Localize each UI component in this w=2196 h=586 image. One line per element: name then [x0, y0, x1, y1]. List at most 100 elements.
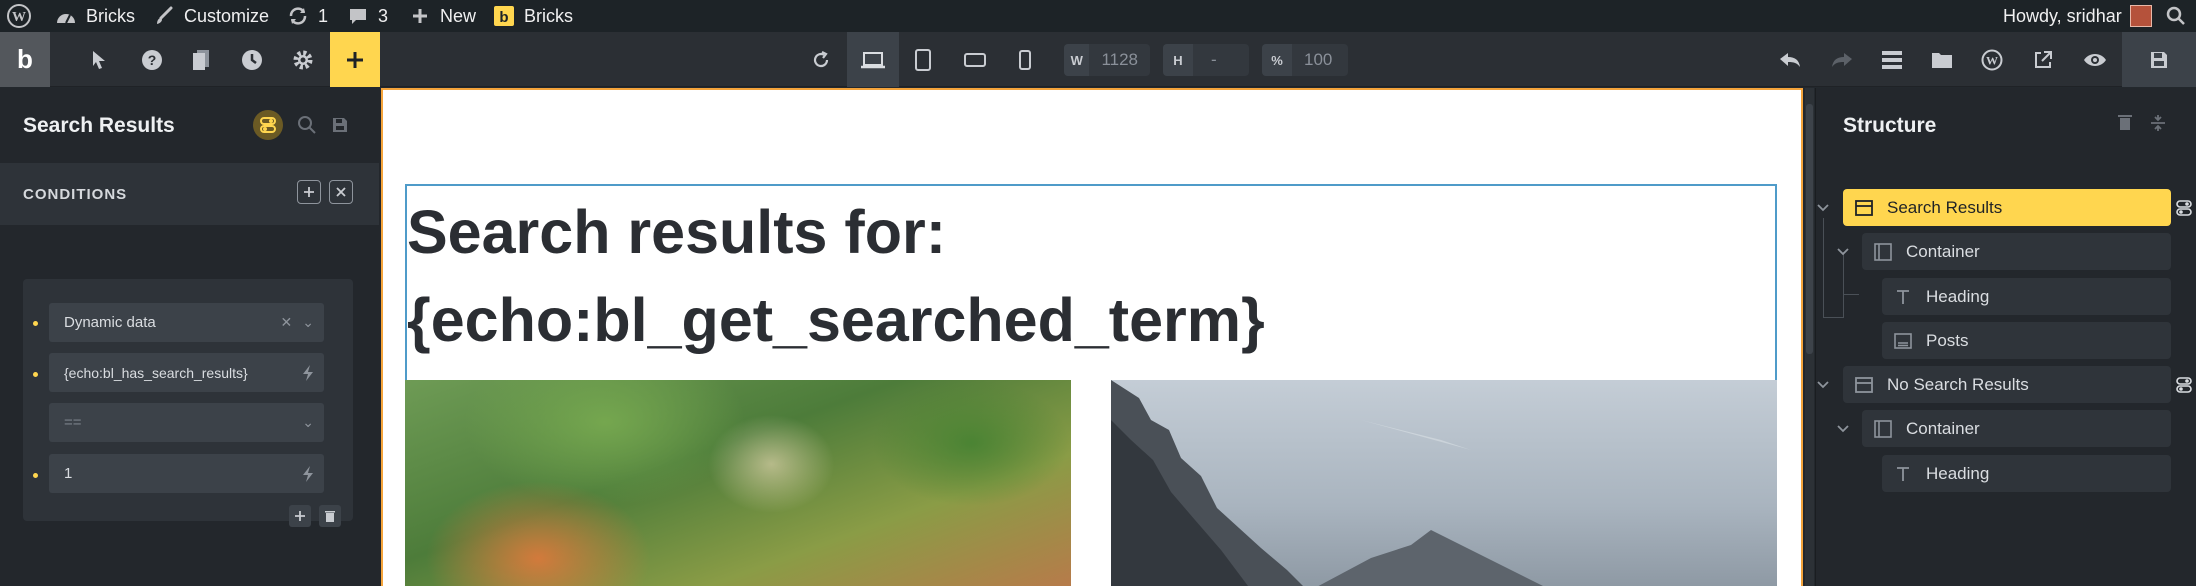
bricks-link[interactable]: b Bricks	[492, 0, 573, 32]
dashboard-icon	[54, 4, 78, 28]
condition-indicator-icon[interactable]	[2176, 200, 2194, 216]
help-icon[interactable]: ?	[137, 32, 167, 87]
structure-item-container[interactable]: Container	[1862, 233, 2171, 270]
preview-eye-icon[interactable]	[2080, 32, 2110, 87]
add-condition-row-button[interactable]	[289, 505, 311, 527]
wordpress-icon[interactable]: W	[1977, 32, 2007, 87]
lightning-icon[interactable]	[302, 465, 314, 483]
mobile-portrait-icon[interactable]	[1010, 32, 1040, 87]
section-icon	[1853, 374, 1875, 396]
scale-field[interactable]: % 100	[1262, 44, 1348, 76]
site-name-link[interactable]: Bricks	[54, 0, 135, 32]
structure-item-posts[interactable]: Posts	[1882, 322, 2171, 359]
new-content-link[interactable]: New	[408, 0, 476, 32]
tree-guide	[1823, 317, 1844, 318]
history-icon[interactable]	[237, 32, 267, 87]
tree-guide	[1823, 218, 1824, 318]
pages-icon[interactable]	[186, 32, 216, 87]
chevron-down-icon[interactable]	[1816, 201, 1830, 215]
scale-label: %	[1262, 44, 1292, 76]
svg-text:W: W	[12, 10, 26, 25]
plus-icon	[347, 51, 363, 68]
bricks-logo-icon: b	[492, 4, 516, 28]
clear-conditions-button[interactable]	[329, 180, 353, 204]
condition-value-input[interactable]: 1	[49, 454, 324, 493]
lightning-icon[interactable]	[302, 364, 314, 382]
height-field[interactable]: H -	[1163, 44, 1249, 76]
search-icon[interactable]	[2166, 0, 2186, 32]
plus-icon	[295, 511, 305, 521]
save-button[interactable]	[2122, 32, 2196, 87]
canvas-scroll-thumb[interactable]	[1806, 104, 1813, 354]
brush-icon	[152, 4, 176, 28]
new-label: New	[440, 5, 477, 26]
structure-item-search-results[interactable]: Search Results	[1843, 189, 2171, 226]
add-condition-button[interactable]	[297, 180, 321, 204]
undo-icon[interactable]	[1775, 32, 1805, 87]
canvas-area: Search results for: {echo:bl_get_searche…	[379, 88, 1814, 586]
container-icon	[1872, 418, 1894, 440]
chevron-down-icon[interactable]	[1836, 422, 1850, 436]
plus-icon	[304, 187, 314, 197]
reload-icon[interactable]	[806, 32, 836, 87]
clear-icon[interactable]: ✕	[281, 314, 293, 331]
wordpress-logo-icon[interactable]: W	[6, 0, 32, 32]
width-field[interactable]: W 1128	[1064, 44, 1150, 76]
howdy-label: Howdy, sridhar	[2003, 5, 2122, 26]
structure-item-heading[interactable]: Heading	[1882, 455, 2171, 492]
comments-link[interactable]: 3	[346, 0, 388, 32]
condition-dynamic-tag-input[interactable]: {echo:bl_has_search_results}	[49, 353, 324, 392]
posts-icon	[1892, 330, 1914, 352]
structure-item-heading[interactable]: Heading	[1882, 278, 2171, 315]
conditions-toggle-icon[interactable]	[253, 110, 283, 140]
panel-header: Search Results	[0, 88, 379, 163]
folder-icon[interactable]	[1927, 32, 1957, 87]
heading-icon	[1892, 286, 1914, 308]
trash-icon	[325, 511, 335, 522]
delete-condition-button[interactable]	[319, 505, 341, 527]
structure-item-container[interactable]: Container	[1862, 410, 2171, 447]
search-heading[interactable]: Search results for: {echo:bl_get_searche…	[405, 184, 1777, 380]
account-menu[interactable]: Howdy, sridhar	[2003, 0, 2152, 32]
comment-icon	[346, 4, 370, 28]
mobile-landscape-icon[interactable]	[960, 32, 990, 87]
scale-value: 100	[1304, 50, 1333, 69]
external-link-icon[interactable]	[2028, 32, 2058, 87]
panel-title: Search Results	[23, 113, 175, 137]
post-image-mountains[interactable]	[1111, 380, 1777, 586]
preview-canvas[interactable]: Search results for: {echo:bl_get_searche…	[381, 88, 1803, 586]
structure-item-no-search-results[interactable]: No Search Results	[1843, 366, 2171, 403]
desktop-breakpoint-button[interactable]	[847, 32, 899, 87]
cursor-icon[interactable]	[84, 32, 114, 87]
redo-icon[interactable]	[1827, 32, 1857, 87]
search-icon[interactable]	[297, 115, 317, 135]
conditions-header: CONDITIONS	[0, 163, 379, 225]
condition-tag-value: {echo:bl_has_search_results}	[64, 364, 248, 381]
save-icon[interactable]	[331, 116, 349, 134]
trash-icon[interactable]	[2118, 114, 2132, 132]
posts-gap	[1071, 380, 1111, 586]
condition-operator-select[interactable]: == ⌄	[49, 403, 324, 442]
condition-source-select[interactable]: Dynamic data ✕ ⌄	[49, 303, 324, 342]
width-value: 1128	[1101, 50, 1138, 69]
chevron-down-icon[interactable]	[1836, 245, 1850, 259]
bricks-label: Bricks	[524, 5, 573, 26]
collapse-icon[interactable]	[2150, 114, 2166, 132]
customize-link[interactable]: Customize	[152, 0, 269, 32]
layers-icon[interactable]	[1877, 32, 1907, 87]
add-element-button[interactable]	[330, 32, 380, 87]
post-image-flowers[interactable]	[405, 380, 1071, 586]
gear-icon[interactable]	[288, 32, 318, 87]
bricks-logo-button[interactable]: b	[0, 32, 50, 87]
updates-link[interactable]: 1	[286, 0, 328, 32]
structure-item-label: Container	[1906, 241, 1980, 261]
condition-indicator-icon[interactable]	[2176, 377, 2194, 393]
wp-admin-bar: W Bricks Customize 1 3 New b Bricks Howd…	[0, 0, 2196, 32]
tablet-landscape-icon[interactable]	[908, 32, 938, 87]
chevron-down-icon[interactable]: ⌄	[302, 314, 314, 331]
chevron-down-icon[interactable]	[1816, 378, 1830, 392]
updates-count: 1	[318, 5, 329, 26]
svg-text:?: ?	[148, 52, 157, 68]
chevron-down-icon[interactable]: ⌄	[302, 414, 314, 431]
width-label: W	[1064, 44, 1090, 76]
